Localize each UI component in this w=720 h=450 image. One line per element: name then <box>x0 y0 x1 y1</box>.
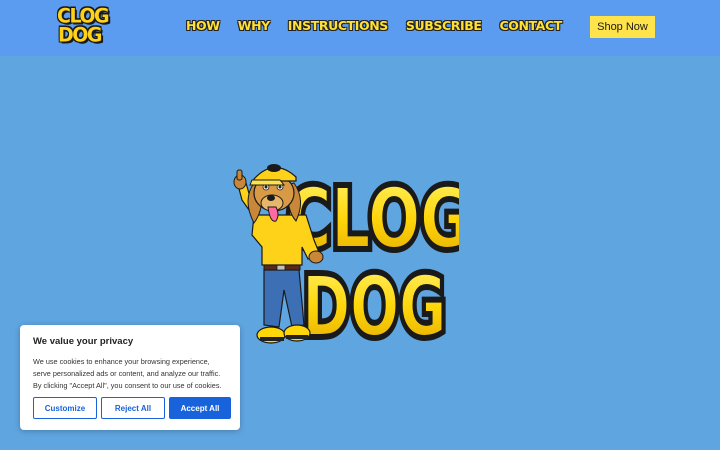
main-nav: HOW WHY INSTRUCTIONS SUBSCRIBE CONTACT <box>186 18 580 33</box>
hero-logo-graphic: CLOG CLOG DOG DOG <box>233 164 475 359</box>
nav-link-subscribe[interactable]: SUBSCRIBE <box>406 18 482 33</box>
site-header: CLOG DOG HOW WHY INSTRUCTIONS SUBSCRIBE … <box>0 0 720 56</box>
cookie-description: We use cookies to enhance your browsing … <box>33 357 222 390</box>
hero-wordmark-line-2: DOG <box>302 259 446 355</box>
nav-link-why[interactable]: WHY <box>238 18 271 33</box>
cookie-consent-banner: We value your privacy We use cookies to … <box>20 325 240 430</box>
nav-link-contact[interactable]: CONTACT <box>499 18 562 33</box>
cookie-reject-all-button[interactable]: Reject All <box>101 397 165 419</box>
hero-logo: CLOG CLOG DOG DOG <box>224 155 475 359</box>
cookie-accept-all-button[interactable]: Accept All <box>169 397 231 419</box>
nav-link-how[interactable]: HOW <box>186 18 220 33</box>
cookie-customize-button[interactable]: Customize <box>33 397 97 419</box>
cookie-title: We value your privacy <box>33 336 134 347</box>
hero-wordmark: CLOG CLOG DOG DOG <box>282 166 475 359</box>
site-logo[interactable]: CLOG DOG <box>57 6 110 49</box>
cookie-actions: Customize Reject All Accept All <box>33 397 231 419</box>
shop-now-button[interactable]: Shop Now <box>590 16 655 38</box>
logo-line-2: DOG <box>58 23 103 47</box>
nav-link-instructions[interactable]: INSTRUCTIONS <box>288 18 388 33</box>
